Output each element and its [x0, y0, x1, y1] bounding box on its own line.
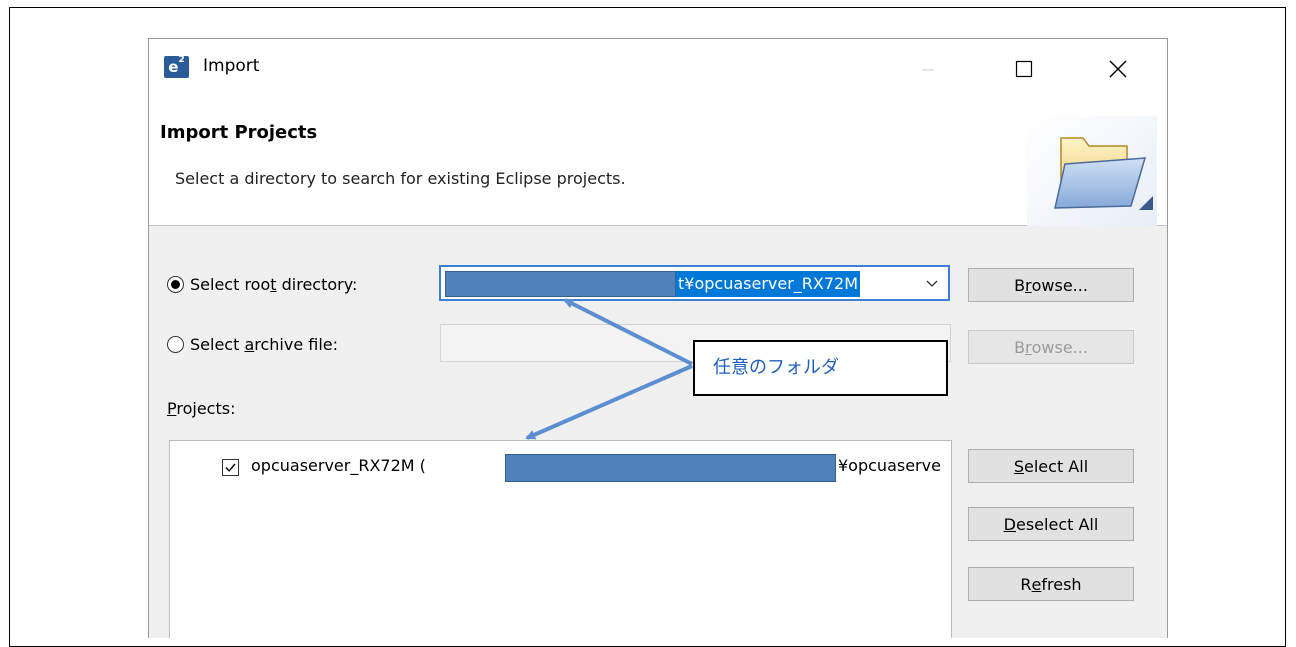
deselect-all-button[interactable]: Deselect All	[968, 507, 1134, 541]
app-icon: e2	[164, 56, 189, 78]
minimize-icon	[922, 69, 934, 71]
browse-directory-button[interactable]: Br owse...	[968, 268, 1134, 302]
refresh-button[interactable]: Re fresh	[968, 567, 1134, 601]
root-directory-radio[interactable]: Select root directory:	[167, 272, 357, 296]
projects-list[interactable]: opcuaserver_RX72M ( ¥opcuaserve	[169, 440, 952, 638]
title-bar: e2 Import	[149, 39, 1167, 99]
root-directory-label: Select root directory:	[190, 274, 358, 294]
browse-archive-button[interactable]: Br owse...	[968, 330, 1134, 364]
window-title: Import	[203, 56, 260, 76]
redacted-path	[445, 271, 676, 297]
root-directory-value: t¥opcuaserver_RX72M	[676, 271, 861, 297]
maximize-icon	[1015, 60, 1033, 78]
page-description: Select a directory to search for existin…	[175, 169, 626, 188]
root-directory-radio-button[interactable]	[167, 275, 184, 293]
projects-label: Projects:	[167, 399, 236, 418]
project-name: opcuaserver_RX72M (	[251, 456, 426, 475]
minimize-button[interactable]	[905, 49, 951, 89]
close-button[interactable]	[1095, 49, 1141, 89]
root-directory-combo[interactable]: t¥opcuaserver_RX72M	[439, 265, 950, 301]
archive-file-label: Select archive file:	[190, 334, 339, 354]
folder-icon	[1027, 116, 1157, 226]
page-title: Import Projects	[160, 122, 318, 143]
project-path-end: ¥opcuaserve	[838, 456, 941, 475]
wizard-header: Import Projects Select a directory to se…	[149, 99, 1167, 226]
chevron-down-icon[interactable]	[922, 273, 942, 293]
select-all-button[interactable]: Select All	[968, 449, 1134, 483]
archive-file-radio-button[interactable]	[167, 335, 184, 353]
close-icon	[1109, 60, 1127, 78]
archive-file-radio[interactable]: Select archive file:	[167, 332, 338, 356]
maximize-button[interactable]	[1001, 49, 1047, 89]
annotation-callout: 任意のフォルダ	[693, 340, 948, 396]
project-checkbox[interactable]	[222, 459, 239, 476]
checkmark-icon	[225, 463, 236, 472]
redacted-path	[505, 454, 836, 482]
